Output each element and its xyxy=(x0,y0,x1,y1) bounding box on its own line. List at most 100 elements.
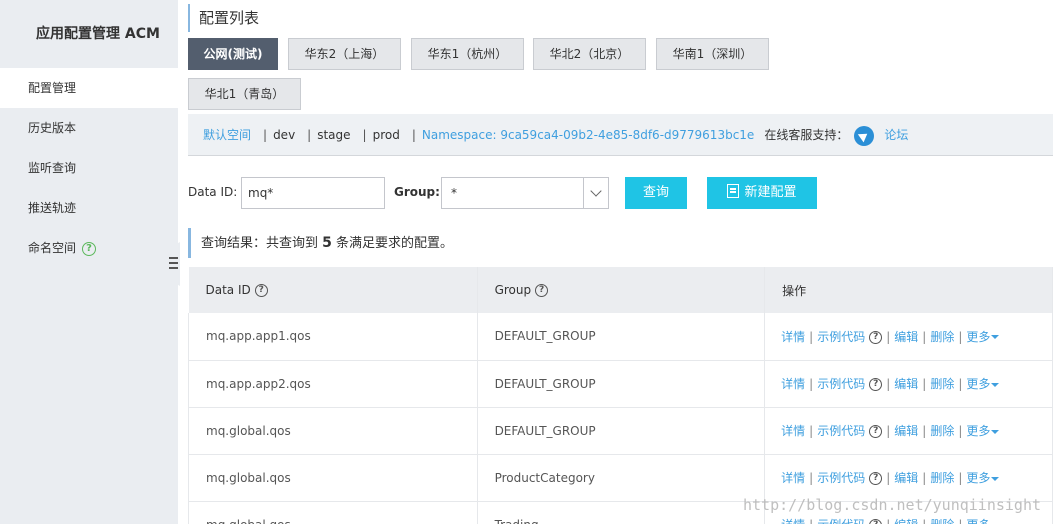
table-body: mq.app.app1.qos DEFAULT_GROUP 详情 | 示例代码? | 编辑 |… xyxy=(188,313,1053,524)
help-icon[interactable]: ? xyxy=(535,284,549,297)
page-title: 配置列表 xyxy=(188,4,259,32)
help-icon[interactable]: ? xyxy=(869,378,883,391)
sample-code-link[interactable]: 示例代码 xyxy=(817,424,865,438)
edit-link[interactable]: 编辑 xyxy=(894,330,918,344)
more-label: 更多 xyxy=(966,329,991,344)
sidebar-item-config-management[interactable]: 配置管理 xyxy=(0,68,178,108)
cell-group: DEFAULT_GROUP xyxy=(476,313,766,361)
separator: | xyxy=(958,377,963,391)
forum-link[interactable]: 论坛 xyxy=(884,128,908,142)
column-header-group: Group? xyxy=(477,267,766,313)
result-summary: 查询结果：共查询到 5 条满足要求的配置。 xyxy=(188,228,453,258)
separator: | xyxy=(809,424,814,438)
separator: | xyxy=(307,128,312,142)
help-icon[interactable]: ? xyxy=(869,519,883,524)
separator: | xyxy=(809,377,814,391)
region-tab-north1-qingdao[interactable]: 华北1（青岛） xyxy=(188,78,301,110)
delete-link[interactable]: 删除 xyxy=(930,377,954,391)
more-dropdown[interactable]: 更多 xyxy=(966,424,1000,438)
sample-code-link[interactable]: 示例代码 xyxy=(817,471,865,485)
edit-link[interactable]: 编辑 xyxy=(894,518,918,524)
cell-ops: 详情|示例代码?|编辑|删除|更多 xyxy=(764,407,1053,455)
cell-data-id: mq.global.qos xyxy=(188,407,478,455)
detail-link[interactable]: 详情 xyxy=(781,330,805,344)
table-header-row: Data ID? Group? 操作 xyxy=(188,267,1053,313)
sample-code-link[interactable]: 示例代码 xyxy=(817,518,865,524)
detail-link[interactable]: 详情 xyxy=(781,471,805,485)
more-label: 更多 xyxy=(966,471,991,485)
help-icon[interactable]: ? xyxy=(82,241,97,256)
table-row: mq.app.app2.qos DEFAULT_GROUP 详情 | 示例代码? | 编辑 |… xyxy=(188,360,1053,408)
separator: | xyxy=(958,424,963,438)
separator: | xyxy=(922,518,926,524)
separator: | xyxy=(886,518,890,524)
query-button[interactable]: 查询 xyxy=(625,177,687,209)
detail-link[interactable]: 详情 xyxy=(781,377,805,391)
help-icon[interactable]: ? xyxy=(254,284,268,297)
region-tab-east2-shanghai[interactable]: 华东2（上海） xyxy=(288,38,401,70)
namespace-stage[interactable]: stage xyxy=(317,128,350,142)
cell-data-id: mq.app.app1.qos xyxy=(188,313,478,361)
separator: | xyxy=(263,128,268,142)
data-id-label: Data ID: xyxy=(188,185,238,199)
sidebar-item-history[interactable]: 历史版本 xyxy=(0,108,178,148)
help-icon[interactable]: ? xyxy=(869,472,883,485)
sidebar-item-namespace[interactable]: 命名空间? xyxy=(0,228,178,268)
detail-link[interactable]: 详情 xyxy=(781,424,805,438)
sidebar-item-label: 推送轨迹 xyxy=(28,201,77,215)
namespace-prod[interactable]: prod xyxy=(373,128,400,142)
column-header-data-id: Data ID? xyxy=(188,267,478,313)
namespace-id: Namespace: 9ca59ca4-09b2-4e85-8df6-d9779… xyxy=(421,128,755,142)
sidebar-item-push-trace[interactable]: 推送轨迹 xyxy=(0,188,178,228)
table-row: mq.global.qos ProductCategory 详情 | 示例代码? | 编辑 |… xyxy=(188,454,1053,502)
chevron-down-icon[interactable] xyxy=(583,178,608,208)
edit-link[interactable]: 编辑 xyxy=(894,424,918,438)
sample-code-link[interactable]: 示例代码 xyxy=(817,330,865,344)
sidebar-item-listener-query[interactable]: 监听查询 xyxy=(0,148,178,188)
separator: | xyxy=(922,471,927,485)
separator: | xyxy=(886,424,891,438)
sidebar-item-label: 命名空间 xyxy=(28,241,77,255)
namespace-dev[interactable]: dev xyxy=(273,128,295,142)
more-label: 更多 xyxy=(966,424,991,438)
more-label: 更多 xyxy=(966,377,991,391)
sample-code-link[interactable]: 示例代码 xyxy=(817,377,865,391)
delete-link[interactable]: 删除 xyxy=(930,518,954,524)
separator: | xyxy=(958,329,963,344)
caret-down-icon xyxy=(991,429,1000,434)
cell-group: ProductCategory xyxy=(476,454,766,502)
main-content: 配置列表 公网(测试) 华东2（上海） 华东1（杭州） 华北2（北京） 华南1（… xyxy=(188,0,1053,524)
group-select[interactable]: * xyxy=(441,177,609,209)
table-row: mq.app.app1.qos DEFAULT_GROUP 详情 | 示例代码? | 编辑 |… xyxy=(188,313,1053,361)
edit-link[interactable]: 编辑 xyxy=(894,471,918,485)
edit-link[interactable]: 编辑 xyxy=(894,377,918,391)
table-row: mq.global.qos DEFAULT_GROUP 详情 | 示例代码? | 编辑 | 删除… xyxy=(188,407,1053,455)
more-label: 更多 xyxy=(966,518,990,524)
data-id-input[interactable] xyxy=(241,177,385,209)
column-header-label: Group xyxy=(494,283,532,297)
delete-link[interactable]: 删除 xyxy=(930,424,954,438)
separator: | xyxy=(922,377,927,391)
delete-link[interactable]: 删除 xyxy=(930,471,954,485)
chat-support-icon[interactable] xyxy=(854,125,875,146)
separator: | xyxy=(886,471,891,485)
region-tab-public-test[interactable]: 公网(测试) xyxy=(188,38,278,70)
region-tab-south1-shenzhen[interactable]: 华南1（深圳） xyxy=(656,38,769,70)
sidebar: 应用配置管理 ACM 配置管理 历史版本 监听查询 推送轨迹 命名空间? xyxy=(0,0,178,524)
separator: | xyxy=(886,329,891,344)
column-header-label: Data ID xyxy=(205,283,251,297)
delete-link[interactable]: 删除 xyxy=(930,330,954,344)
detail-link[interactable]: 详情 xyxy=(781,518,805,524)
help-icon[interactable]: ? xyxy=(869,330,883,344)
region-tab-north2-beijing[interactable]: 华北2（北京） xyxy=(533,38,646,70)
more-dropdown[interactable]: 更多 xyxy=(966,329,1000,344)
new-config-button[interactable]: 新建配置 xyxy=(707,177,817,209)
namespace-default[interactable]: 默认空间 xyxy=(203,128,251,142)
more-dropdown[interactable]: 更多 xyxy=(966,471,1000,485)
help-icon[interactable]: ? xyxy=(869,425,883,438)
more-dropdown[interactable]: 更多 xyxy=(966,518,1000,524)
more-dropdown[interactable]: 更多 xyxy=(966,377,1000,391)
region-tab-east1-hangzhou[interactable]: 华东1（杭州） xyxy=(411,38,524,70)
sidebar-item-label: 历史版本 xyxy=(28,121,77,135)
group-select-value: * xyxy=(451,186,457,200)
